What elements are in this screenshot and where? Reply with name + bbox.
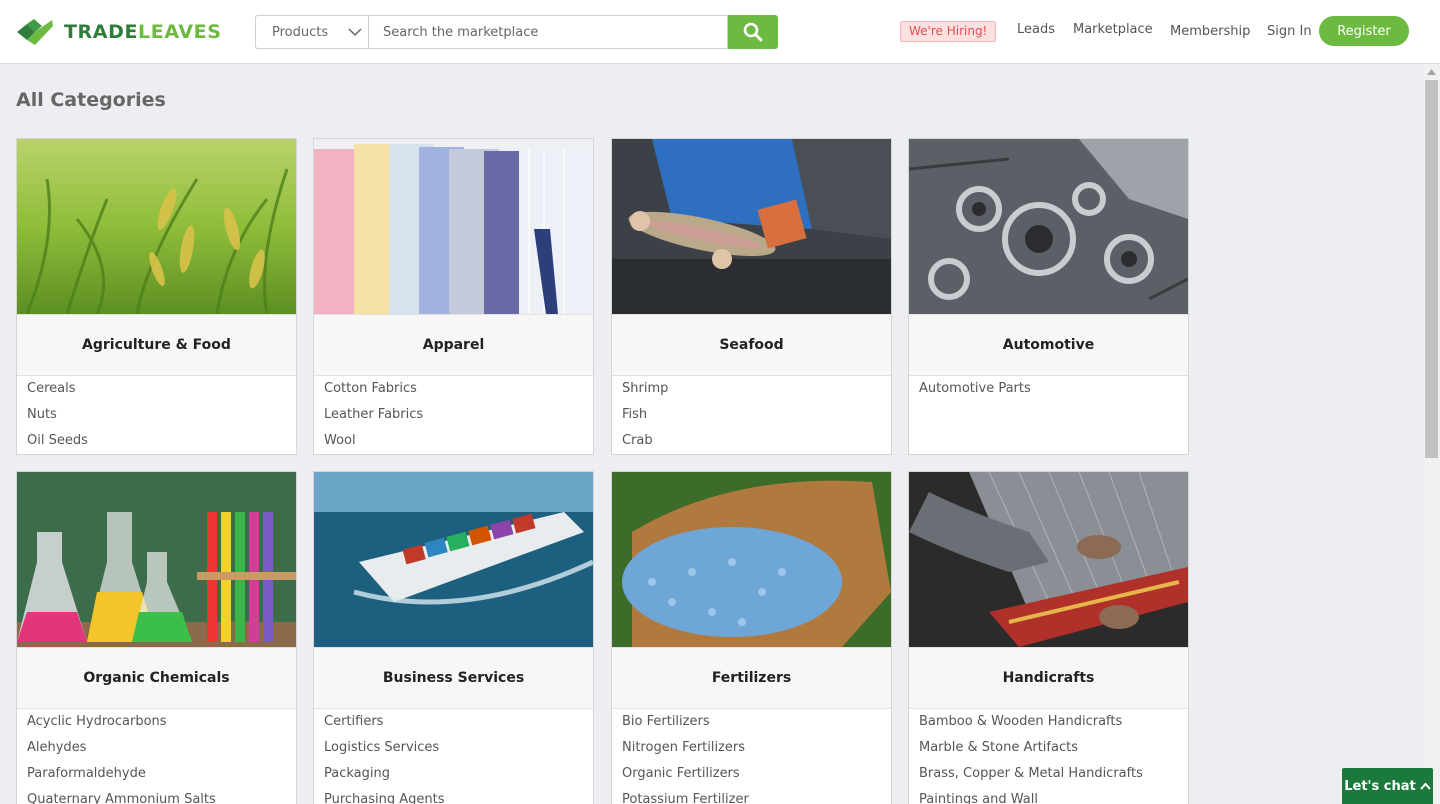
subcategory-list: Cotton Fabrics Leather Fabrics Wool — [314, 376, 593, 454]
nav-membership[interactable]: Membership — [1170, 24, 1250, 39]
category-title[interactable]: Seafood — [612, 314, 891, 376]
category-title[interactable]: Apparel — [314, 314, 593, 376]
subcategory-link[interactable]: Nuts — [27, 407, 286, 433]
category-card-handicrafts[interactable]: Handicrafts Bamboo & Wooden Handicrafts … — [908, 471, 1189, 804]
category-card-apparel[interactable]: Apparel Cotton Fabrics Leather Fabrics W… — [313, 138, 594, 455]
subcategory-link[interactable]: Automotive Parts — [919, 381, 1178, 407]
search-icon — [743, 22, 763, 42]
subcategory-list: Bamboo & Wooden Handicrafts Marble & Sto… — [909, 709, 1188, 804]
scrollbar-thumb[interactable] — [1425, 80, 1438, 458]
page-scrollbar[interactable] — [1423, 64, 1440, 804]
subcategory-link[interactable]: Paintings and Wall — [919, 792, 1178, 804]
chevron-down-icon — [348, 28, 362, 37]
subcategory-link[interactable]: Logistics Services — [324, 740, 583, 766]
subcategory-link[interactable]: Certifiers — [324, 714, 583, 740]
subcategory-link[interactable]: Brass, Copper & Metal Handicrafts — [919, 766, 1178, 792]
subcategory-link[interactable]: Paraformaldehyde — [27, 766, 286, 792]
search-category-select[interactable]: Products — [255, 15, 368, 49]
chat-widget-button[interactable]: Let's chat — [1342, 768, 1433, 804]
subcategory-list: Acyclic Hydrocarbons Alehydes Paraformal… — [17, 709, 296, 804]
category-title[interactable]: Agriculture & Food — [17, 314, 296, 376]
category-title[interactable]: Business Services — [314, 647, 593, 709]
subcategory-list: Certifiers Logistics Services Packaging … — [314, 709, 593, 804]
category-title[interactable]: Organic Chemicals — [17, 647, 296, 709]
subcategory-link[interactable]: Wool — [324, 433, 583, 454]
chat-label: Let's chat — [1344, 778, 1416, 794]
subcategory-link[interactable]: Packaging — [324, 766, 583, 792]
category-card-seafood[interactable]: Seafood Shrimp Fish Crab — [611, 138, 892, 455]
subcategory-link[interactable]: Alehydes — [27, 740, 286, 766]
brand-name-part1: TRADE — [64, 21, 139, 43]
category-card-agriculture[interactable]: Agriculture & Food Cereals Nuts Oil Seed… — [16, 138, 297, 455]
hiring-badge[interactable]: We're Hiring! — [900, 21, 997, 42]
brand-name: TRADELEAVES — [64, 21, 222, 43]
fish-catch-image[interactable] — [612, 139, 891, 314]
subcategory-link[interactable]: Leather Fabrics — [324, 407, 583, 433]
brand-name-part2: LEAVES — [138, 21, 222, 43]
category-title[interactable]: Fertilizers — [612, 647, 891, 709]
subcategory-link[interactable]: Cotton Fabrics — [324, 381, 583, 407]
engine-image[interactable] — [909, 139, 1188, 314]
scroll-up-arrow-icon[interactable] — [1427, 69, 1436, 75]
leaf-logo-icon — [17, 19, 53, 45]
subcategory-link[interactable]: Purchasing Agents — [324, 792, 583, 804]
category-title[interactable]: Handicrafts — [909, 647, 1188, 709]
category-title[interactable]: Automotive — [909, 314, 1188, 376]
category-card-automotive[interactable]: Automotive Automotive Parts — [908, 138, 1189, 455]
top-header: TRADELEAVES Products We're Hiring! Leads… — [0, 0, 1440, 64]
subcategory-link[interactable]: Bio Fertilizers — [622, 714, 881, 740]
lab-flasks-image[interactable] — [17, 472, 296, 647]
subcategory-list: Shrimp Fish Crab — [612, 376, 891, 454]
subcategory-link[interactable]: Cereals — [27, 381, 286, 407]
nav-leads[interactable]: Leads — [1017, 22, 1055, 37]
subcategory-link[interactable]: Potassium Fertilizer — [622, 792, 881, 804]
fertilizer-granules-image[interactable] — [612, 472, 891, 647]
subcategory-link[interactable]: Bamboo & Wooden Handicrafts — [919, 714, 1178, 740]
register-button[interactable]: Register — [1319, 16, 1409, 46]
category-card-organic-chemicals[interactable]: Organic Chemicals Acyclic Hydrocarbons A… — [16, 471, 297, 804]
category-card-business-services[interactable]: Business Services Certifiers Logistics S… — [313, 471, 594, 804]
search-button[interactable] — [728, 15, 778, 49]
search-input[interactable] — [368, 15, 728, 49]
nav-sign-in[interactable]: Sign In — [1267, 24, 1312, 39]
shirts-image[interactable] — [314, 139, 593, 314]
brand-logo[interactable]: TRADELEAVES — [16, 17, 222, 47]
subcategory-link[interactable]: Shrimp — [622, 381, 881, 407]
page-title: All Categories — [16, 89, 166, 111]
subcategory-link[interactable]: Marble & Stone Artifacts — [919, 740, 1178, 766]
subcategory-link[interactable]: Organic Fertilizers — [622, 766, 881, 792]
cargo-ship-image[interactable] — [314, 472, 593, 647]
subcategory-list: Bio Fertilizers Nitrogen Fertilizers Org… — [612, 709, 891, 804]
rice-field-image[interactable] — [17, 139, 296, 314]
subcategory-link[interactable]: Crab — [622, 433, 881, 454]
chevron-up-icon — [1420, 782, 1431, 790]
subcategory-list: Cereals Nuts Oil Seeds — [17, 376, 296, 454]
subcategory-link[interactable]: Oil Seeds — [27, 433, 286, 454]
subcategory-link[interactable]: Acyclic Hydrocarbons — [27, 714, 286, 740]
subcategory-list: Automotive Parts — [909, 376, 1188, 407]
subcategory-link[interactable]: Quaternary Ammonium Salts — [27, 792, 286, 804]
subcategory-link[interactable]: Nitrogen Fertilizers — [622, 740, 881, 766]
search-bar: Products — [255, 15, 778, 49]
weaving-loom-image[interactable] — [909, 472, 1188, 647]
category-card-fertilizers[interactable]: Fertilizers Bio Fertilizers Nitrogen Fer… — [611, 471, 892, 804]
search-category-value: Products — [272, 24, 329, 40]
subcategory-link[interactable]: Fish — [622, 407, 881, 433]
nav-marketplace[interactable]: Marketplace — [1073, 22, 1153, 37]
